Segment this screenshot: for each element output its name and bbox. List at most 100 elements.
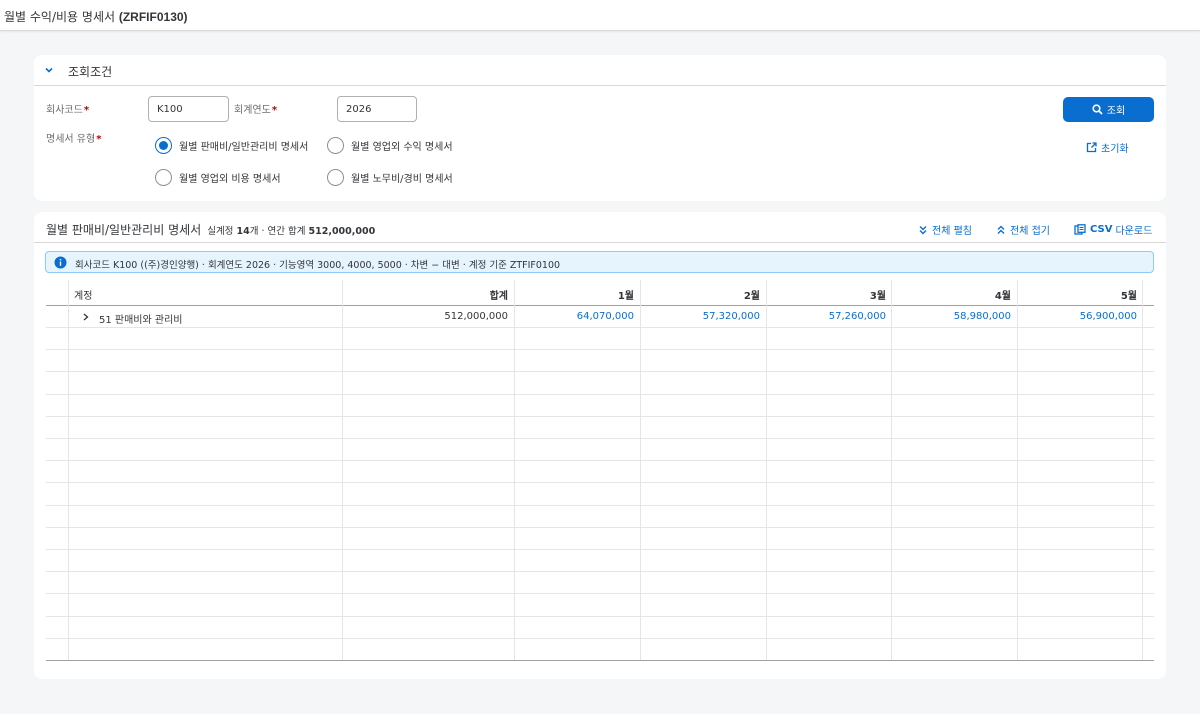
page-title-code: (ZRFIF0130): [118, 10, 188, 24]
results-title: 월별 판매비/일반관리비 명세서 실계정 14개 · 연간 합계 512,000,…: [46, 221, 375, 238]
column-header-month-2[interactable]: 2월: [640, 280, 760, 306]
month-5-cell[interactable]: 56,900,000: [1017, 306, 1137, 328]
empty-table-row: [46, 417, 1154, 439]
expand-all-label: 전체 펼침: [932, 226, 972, 237]
column-divider: [891, 280, 892, 660]
filter-panel-header[interactable]: 조회조건: [34, 55, 1166, 86]
empty-table-row: [46, 550, 1154, 573]
required-asterisk: *: [271, 105, 278, 116]
empty-table-row: [46, 461, 1154, 484]
results-meta: 실계정 14개 · 연간 합계 512,000,000: [207, 226, 375, 237]
empty-table-row: [46, 484, 1154, 506]
radio-label: 월별 영업외 비용 명세서: [179, 174, 281, 185]
reset-icon: [1086, 142, 1097, 153]
statement-type-label-text: 명세서 유형: [46, 134, 96, 145]
column-header-month-5[interactable]: 5월: [1017, 280, 1137, 306]
reset-button[interactable]: 초기화: [1086, 140, 1129, 155]
search-icon: [1092, 104, 1103, 115]
filter-section-label: 조회조건: [68, 65, 113, 79]
empty-table-row: [46, 617, 1154, 639]
empty-table-row: [46, 373, 1154, 395]
empty-table-row: [46, 572, 1154, 595]
radio-label: 월별 영업외 수익 명세서: [351, 142, 453, 153]
empty-table-row: [46, 639, 1154, 661]
radio-monthly-sga[interactable]: 월별 판매비/일반관리비 명세서: [155, 137, 308, 154]
empty-table-row: [46, 506, 1154, 528]
column-divider: [68, 280, 69, 660]
column-divider: [766, 280, 767, 660]
chevron-down-icon[interactable]: [43, 64, 55, 76]
required-asterisk: *: [83, 105, 90, 116]
info-icon: [54, 256, 67, 269]
radio-circle[interactable]: [155, 169, 172, 186]
empty-table-row: [46, 528, 1154, 550]
table-bottom-border: [46, 660, 1154, 661]
empty-table-row: [46, 595, 1154, 617]
radio-label: 월별 판매비/일반관리비 명세서: [179, 142, 309, 153]
meta-total: 512,000,000: [308, 226, 376, 237]
column-divider: [640, 280, 641, 660]
total-cell: 512,000,000: [444, 311, 508, 322]
radio-non-operating-expense[interactable]: 월별 영업외 비용 명세서: [155, 169, 281, 186]
required-asterisk: *: [96, 134, 102, 145]
search-button[interactable]: 조회: [1063, 97, 1154, 122]
empty-table-row: [46, 395, 1154, 417]
expand-row-icon[interactable]: [82, 306, 98, 328]
info-text: 회사코드 K100 ((주)경인양행) · 회계연도 2026 · 기능영역 3…: [75, 260, 561, 271]
column-header-month-3[interactable]: 3월: [766, 280, 886, 306]
search-button-label: 조회: [1106, 106, 1126, 117]
table-row[interactable]: 51 판매비와 관리비 512,000,000 64,070,000 57,32…: [46, 306, 1154, 328]
csv-label: CSV: [1090, 224, 1113, 235]
empty-table-row: [46, 439, 1154, 462]
reset-button-label: 초기화: [1101, 144, 1129, 155]
fiscal-year-label-text: 회계연도: [234, 105, 271, 116]
company-code-label: 회사코드*: [46, 101, 89, 116]
column-divider: [1017, 280, 1018, 660]
page-title: 월별 수익/비용 명세서 (ZRFIF0130): [4, 8, 188, 25]
column-header-month-1[interactable]: 1월: [514, 280, 634, 306]
shell-bar: 월별 수익/비용 명세서 (ZRFIF0130): [0, 0, 1200, 31]
results-toolbar: 월별 판매비/일반관리비 명세서 실계정 14개 · 연간 합계 512,000,…: [34, 212, 1166, 243]
statement-type-label: 명세서 유형*: [46, 130, 101, 145]
month-4-cell[interactable]: 58,980,000: [891, 306, 1011, 328]
double-chevron-down-icon: [919, 225, 927, 234]
page-title-text: 월별 수익/비용 명세서: [4, 10, 119, 24]
fiscal-year-label: 회계연도*: [234, 101, 277, 116]
meta-count: 14: [236, 226, 250, 237]
collapse-all-button[interactable]: 전체 접기: [996, 222, 1050, 237]
company-code-label-text: 회사코드: [46, 105, 83, 116]
empty-table-row: [46, 328, 1154, 351]
column-header-total[interactable]: 합계: [342, 280, 508, 306]
radio-circle[interactable]: [327, 137, 344, 154]
radio-non-operating-income[interactable]: 월별 영업외 수익 명세서: [327, 137, 453, 154]
column-header-month-4[interactable]: 4월: [891, 280, 1011, 306]
empty-table-row: [46, 350, 1154, 373]
csv-download-button[interactable]: CSV 다운로드: [1074, 222, 1152, 237]
column-divider: [342, 280, 343, 660]
info-strip: 회사코드 K100 ((주)경인양행) · 회계연도 2026 · 기능영역 3…: [45, 251, 1154, 273]
export-icon: [1074, 224, 1086, 235]
meta-mid: 개 · 연간 합계: [249, 226, 309, 237]
account-cell: 51 판매비와 관리비: [99, 315, 183, 326]
month-3-cell[interactable]: 57,260,000: [766, 306, 886, 328]
filter-panel: 조회조건 회사코드* K100 회계연도* 2026 명세서 유형* 월별 판매…: [34, 55, 1166, 201]
collapse-all-label: 전체 접기: [1010, 226, 1050, 237]
company-code-input[interactable]: K100: [148, 96, 229, 122]
results-panel: 월별 판매비/일반관리비 명세서 실계정 14개 · 연간 합계 512,000,…: [34, 212, 1166, 679]
radio-label: 월별 노무비/경비 명세서: [351, 174, 453, 185]
expand-all-button[interactable]: 전체 펼침: [918, 222, 972, 237]
double-chevron-up-icon: [997, 225, 1005, 234]
column-divider: [514, 280, 515, 660]
radio-labor-expense[interactable]: 월별 노무비/경비 명세서: [327, 169, 453, 186]
radio-circle[interactable]: [155, 137, 172, 154]
table-header: 계정 합계 1월 2월 3월 4월 5월: [46, 280, 1154, 306]
month-1-cell[interactable]: 64,070,000: [514, 306, 634, 328]
column-header-account[interactable]: 계정: [74, 280, 274, 306]
column-divider: [1142, 280, 1143, 660]
radio-circle[interactable]: [327, 169, 344, 186]
download-label: 다운로드: [1115, 226, 1153, 237]
results-title-text: 월별 판매비/일반관리비 명세서: [46, 223, 202, 237]
meta-prefix: 실계정: [207, 226, 237, 237]
fiscal-year-input[interactable]: 2026: [337, 96, 417, 122]
month-2-cell[interactable]: 57,320,000: [640, 306, 760, 328]
